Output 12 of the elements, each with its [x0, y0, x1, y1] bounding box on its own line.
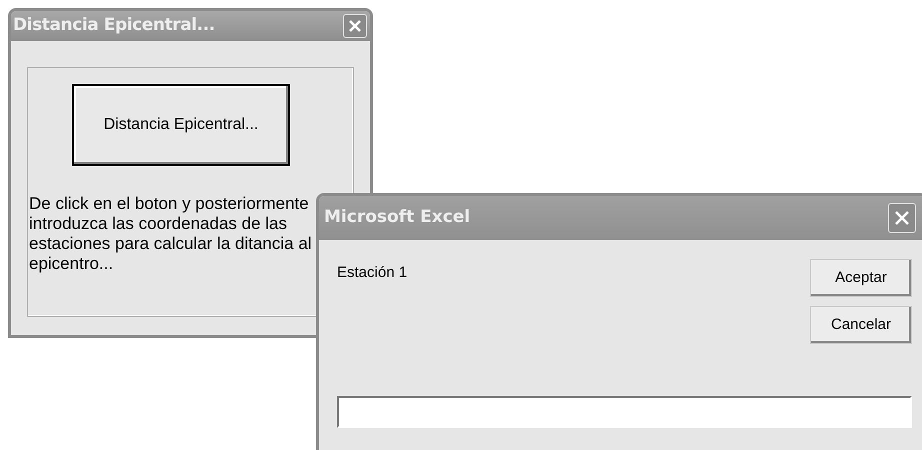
close-button[interactable] [343, 14, 367, 38]
action-button[interactable]: Distancia Epicentral... [72, 84, 290, 166]
dialog-button[interactable]: Cancelar [810, 306, 912, 344]
input-field[interactable] [337, 396, 912, 428]
dialog-button[interactable]: Aceptar [810, 259, 912, 297]
close-icon [894, 210, 910, 226]
window-title: Distancia Epicentral... [13, 14, 215, 38]
close-icon [348, 19, 362, 33]
window-title: Microsoft Excel [324, 206, 470, 230]
instruction-text: De click en el boton y posteriormente introduzca las coordenadas de las estaciones para calcular la ditancia al epicentro... [29, 194, 313, 274]
prompt-text: Estación 1 [337, 263, 408, 283]
close-button[interactable] [888, 203, 916, 233]
